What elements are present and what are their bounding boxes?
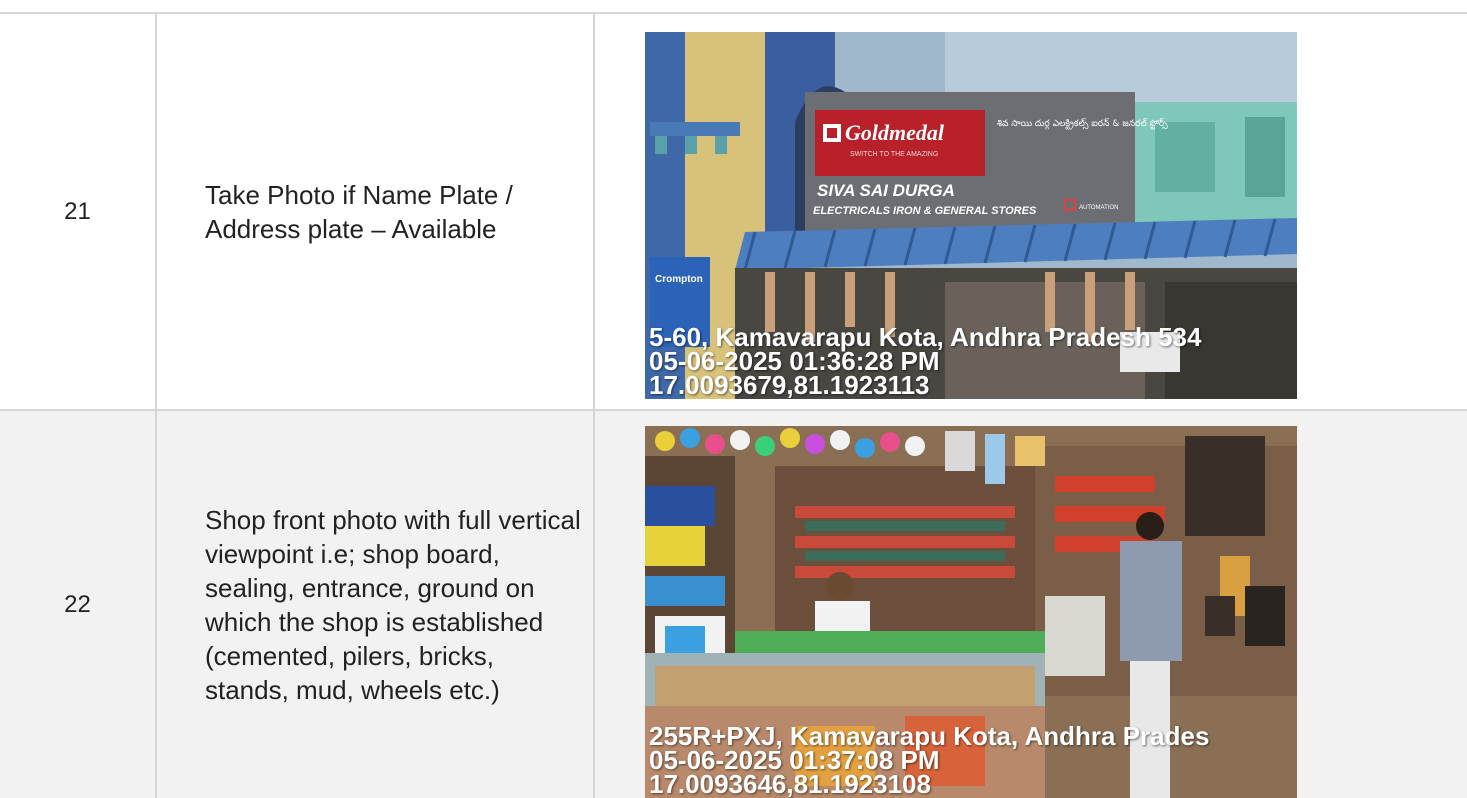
sign-automation-text: AUTOMATION [1079, 205, 1118, 211]
row-description-text: Shop front photo with full vertical view… [205, 504, 581, 705]
shop-nameplate-photo: Goldmedal SWITCH TO THE AMAZING శివ సాయి… [645, 32, 1297, 399]
stamp-coordinates: 17.0093646,81.1923108 [649, 769, 931, 798]
row-number: 22 [0, 411, 157, 798]
photo-cell: 255R+PXJ, Kamavarapu Kota, Andhra Prades… [597, 411, 1467, 798]
table-row: 22 Shop front photo with full vertical v… [0, 411, 1467, 798]
sign-telugu-text: శివ సాయి దుర్గ ఎలక్ట్రికల్స్ ఐరన్ & జనరల… [997, 118, 1168, 130]
side-sign-text: Crompton [655, 274, 703, 285]
document-table: 21 Take Photo if Name Plate / Address pl… [0, 12, 1467, 798]
sign-tagline-text: SWITCH TO THE AMAZING [850, 151, 938, 158]
shop-front-photo: 255R+PXJ, Kamavarapu Kota, Andhra Prades… [645, 426, 1297, 798]
sign-brand-text: Goldmedal [845, 120, 945, 145]
row-description: Shop front photo with full vertical view… [157, 411, 595, 798]
row-description: Take Photo if Name Plate / Address plate… [157, 14, 595, 409]
photo-geo-stamp: 5-60, Kamavarapu Kota, Andhra Pradesh 53… [649, 324, 1201, 399]
table-row: 21 Take Photo if Name Plate / Address pl… [0, 14, 1467, 411]
row-number: 21 [0, 14, 157, 409]
row-description-text: Take Photo if Name Plate / Address plate… [205, 179, 513, 244]
photo-geo-stamp: 255R+PXJ, Kamavarapu Kota, Andhra Prades… [649, 723, 1209, 798]
photo-cell: Goldmedal SWITCH TO THE AMAZING శివ సాయి… [597, 14, 1467, 409]
stamp-coordinates: 17.0093679,81.1923113 [649, 370, 930, 399]
sign-shop-sub-text: ELECTRICALS IRON & GENERAL STORES [813, 205, 1037, 217]
sign-shop-name-text: SIVA SAI DURGA [817, 181, 955, 200]
